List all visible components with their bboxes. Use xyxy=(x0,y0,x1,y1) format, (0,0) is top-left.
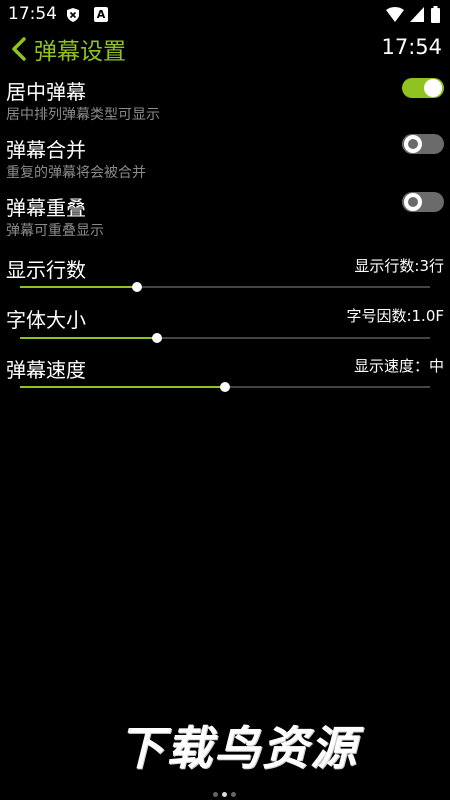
page-title: 弹幕设置 xyxy=(34,39,126,65)
watermark: 下载鸟资源 xyxy=(118,712,428,775)
battery-icon xyxy=(431,6,440,23)
slider-thumb[interactable] xyxy=(152,333,162,343)
toggle-knob xyxy=(404,193,422,211)
setting-merge-danmaku[interactable]: 弹幕合并 重复的弹幕将会被合并 xyxy=(0,132,450,184)
setting-title: 弹幕重叠 xyxy=(6,196,86,220)
setting-danmaku-speed: 弹幕速度 显示速度：中 xyxy=(0,352,450,394)
merge-danmaku-toggle[interactable] xyxy=(402,134,444,154)
setting-subtitle: 弹幕可重叠显示 xyxy=(6,223,104,239)
slider-fill xyxy=(20,386,225,388)
wifi-icon xyxy=(386,7,404,22)
page-indicator xyxy=(213,792,236,797)
chevron-left-icon xyxy=(12,37,26,61)
setting-overlap-danmaku[interactable]: 弹幕重叠 弹幕可重叠显示 xyxy=(0,190,450,242)
page-dot xyxy=(231,792,236,797)
slider-fill xyxy=(20,337,157,339)
setting-display-rows: 显示行数 显示行数:3行 xyxy=(0,252,450,294)
display-rows-slider[interactable] xyxy=(20,281,430,293)
setting-title: 字体大小 xyxy=(6,308,86,332)
signal-icon xyxy=(410,7,424,22)
toggle-knob xyxy=(404,135,422,153)
toggle-knob xyxy=(424,79,442,97)
setting-title: 显示行数 xyxy=(6,258,86,282)
back-button[interactable]: 弹幕设置 xyxy=(10,32,140,66)
page-dot xyxy=(222,792,227,797)
setting-value: 显示行数:3行 xyxy=(354,257,444,275)
setting-subtitle: 居中排列弹幕类型可显示 xyxy=(6,107,160,123)
font-size-slider[interactable] xyxy=(20,332,430,344)
setting-center-danmaku[interactable]: 居中弹幕 居中排列弹幕类型可显示 xyxy=(0,74,450,126)
setting-subtitle: 重复的弹幕将会被合并 xyxy=(6,165,146,181)
shield-x-icon xyxy=(67,8,79,22)
setting-font-size: 字体大小 字号因数:1.0F xyxy=(0,302,450,344)
watermark-text: 下载鸟资源 xyxy=(118,721,358,775)
overlap-danmaku-toggle[interactable] xyxy=(402,192,444,212)
app-header: 弹幕设置 17:54 xyxy=(0,30,450,68)
header-time: 17:54 xyxy=(381,35,442,59)
slider-thumb[interactable] xyxy=(132,282,142,292)
setting-title: 弹幕速度 xyxy=(6,358,86,382)
page-dot xyxy=(213,792,218,797)
center-danmaku-toggle[interactable] xyxy=(402,78,444,98)
setting-title: 居中弹幕 xyxy=(6,80,86,104)
setting-value: 显示速度：中 xyxy=(353,357,444,375)
slider-fill xyxy=(20,286,137,288)
setting-title: 弹幕合并 xyxy=(6,138,86,162)
setting-value: 字号因数:1.0F xyxy=(346,307,444,325)
slider-thumb[interactable] xyxy=(220,382,230,392)
danmaku-speed-slider[interactable] xyxy=(20,381,430,393)
status-bar: 17:54 A xyxy=(0,0,450,30)
a-box-icon: A xyxy=(94,7,108,22)
status-time: 17:54 xyxy=(8,4,57,24)
